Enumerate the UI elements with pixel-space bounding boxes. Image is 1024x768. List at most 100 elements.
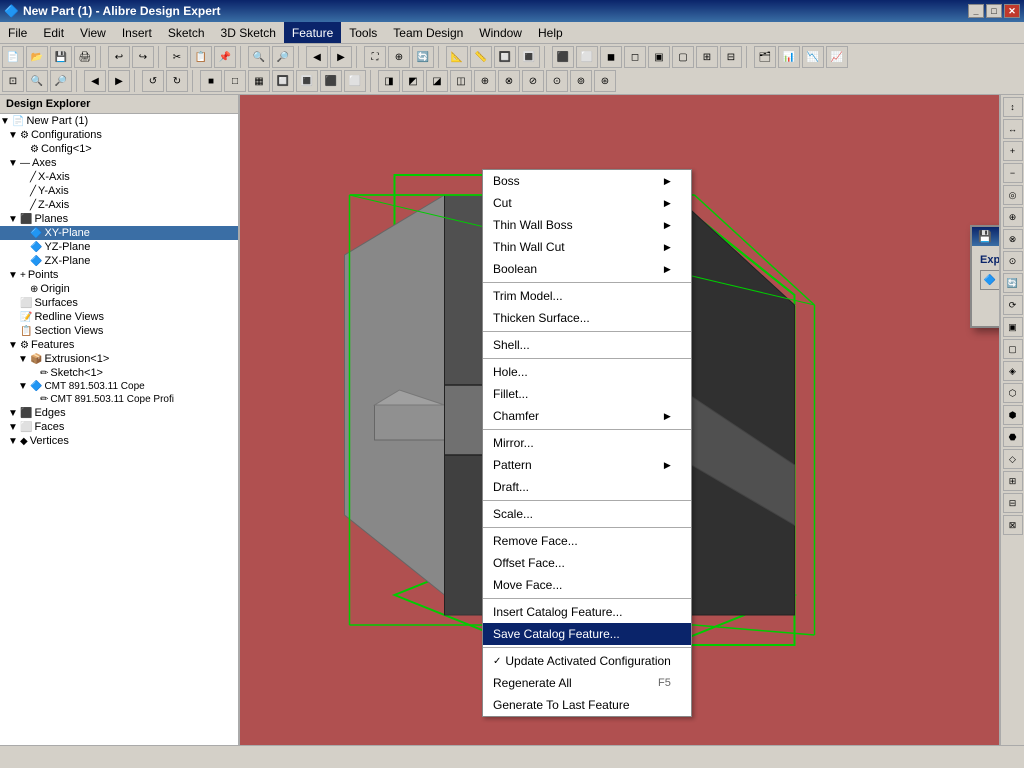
tb6[interactable]: 🔍 <box>248 46 270 68</box>
view7[interactable]: ⬜ <box>344 70 366 92</box>
menu-draft[interactable]: Draft... <box>483 476 691 498</box>
menu-regenerate-all[interactable]: Regenerate All F5 <box>483 672 691 694</box>
rt-btn-3[interactable]: + <box>1003 141 1023 161</box>
tree-item-axes[interactable]: ▼ — Axes <box>0 156 238 170</box>
expand-vertices[interactable]: ▼ <box>8 436 18 447</box>
expand-part[interactable]: ▼ <box>0 116 10 127</box>
menu-insert-catalog[interactable]: Insert Catalog Feature... <box>483 601 691 623</box>
tb20[interactable]: ◻ <box>624 46 646 68</box>
view8[interactable]: ◨ <box>378 70 400 92</box>
tb3[interactable]: ✂ <box>166 46 188 68</box>
tb13[interactable]: 📐 <box>446 46 468 68</box>
tree-item-surfaces[interactable]: ⬜ Surfaces <box>0 296 238 310</box>
menu-trim-model[interactable]: Trim Model... <box>483 285 691 307</box>
expand-extrusion1[interactable]: ▼ <box>18 354 28 365</box>
tb5[interactable]: 📌 <box>214 46 236 68</box>
view14[interactable]: ⊘ <box>522 70 544 92</box>
maximize-button[interactable]: □ <box>986 4 1002 18</box>
menu-sketch[interactable]: Sketch <box>160 22 213 43</box>
menu-thin-wall-boss[interactable]: Thin Wall Boss ▶ <box>483 214 691 236</box>
tb12[interactable]: 🔄 <box>412 46 434 68</box>
menu-mirror[interactable]: Mirror... <box>483 432 691 454</box>
rt-btn-19[interactable]: ⊟ <box>1003 493 1023 513</box>
menu-pattern[interactable]: Pattern ▶ <box>483 454 691 476</box>
canvas-area[interactable]: Boss ▶ Cut ▶ Thin Wall Boss ▶ Thin Wall … <box>240 95 999 745</box>
tree-item-sketch1[interactable]: ✏ Sketch<1> <box>0 366 238 380</box>
menu-offset-face[interactable]: Offset Face... <box>483 552 691 574</box>
menu-boss[interactable]: Boss ▶ <box>483 170 691 192</box>
rt-btn-12[interactable]: ▢ <box>1003 339 1023 359</box>
rt-btn-16[interactable]: ⬣ <box>1003 427 1023 447</box>
open-button[interactable]: 📂 <box>26 46 48 68</box>
view12[interactable]: ⊕ <box>474 70 496 92</box>
menu-thicken-surface[interactable]: Thicken Surface... <box>483 307 691 329</box>
view9[interactable]: ◩ <box>402 70 424 92</box>
tree-item-zaxis[interactable]: ╱ Z-Axis <box>0 198 238 212</box>
rt-btn-7[interactable]: ⊗ <box>1003 229 1023 249</box>
rt-btn-10[interactable]: ⟳ <box>1003 295 1023 315</box>
menu-team-design[interactable]: Team Design <box>385 22 471 43</box>
rt-btn-11[interactable]: ▣ <box>1003 317 1023 337</box>
view15[interactable]: ⊙ <box>546 70 568 92</box>
tree-item-part[interactable]: ▼ 📄 New Part (1) <box>0 114 238 128</box>
pan-left[interactable]: ◀ <box>84 70 106 92</box>
menu-edit[interactable]: Edit <box>35 22 72 43</box>
rt-btn-13[interactable]: ◈ <box>1003 361 1023 381</box>
rotate2[interactable]: ↻ <box>166 70 188 92</box>
tb27[interactable]: 📉 <box>802 46 824 68</box>
tree-item-extrusion1[interactable]: ▼ 📦 Extrusion<1> <box>0 352 238 366</box>
tb19[interactable]: ◼ <box>600 46 622 68</box>
rt-btn-9[interactable]: 🔄 <box>1003 273 1023 293</box>
undo-button[interactable]: ↩ <box>108 46 130 68</box>
tree-item-section-views[interactable]: 📋 Section Views <box>0 324 238 338</box>
tree-item-cmt[interactable]: ▼ 🔷 CMT 891.503.11 Cope <box>0 380 238 393</box>
tree-item-yaxis[interactable]: ╱ Y-Axis <box>0 184 238 198</box>
tb8[interactable]: ◀ <box>306 46 328 68</box>
tree-item-redline-views[interactable]: 📝 Redline Views <box>0 310 238 324</box>
rt-btn-20[interactable]: ⊠ <box>1003 515 1023 535</box>
tree-item-zx-plane[interactable]: 🔷 ZX-Plane <box>0 254 238 268</box>
close-button[interactable]: ✕ <box>1004 4 1020 18</box>
tree-item-xy-plane[interactable]: 🔷 XY-Plane <box>0 226 238 240</box>
tree-item-xaxis[interactable]: ╱ X-Axis <box>0 170 238 184</box>
rt-btn-14[interactable]: ⬡ <box>1003 383 1023 403</box>
rt-btn-4[interactable]: − <box>1003 163 1023 183</box>
menu-thin-wall-cut[interactable]: Thin Wall Cut ▶ <box>483 236 691 258</box>
menu-insert[interactable]: Insert <box>114 22 160 43</box>
tb9[interactable]: ▶ <box>330 46 352 68</box>
new-button[interactable]: 📄 <box>2 46 24 68</box>
rt-btn-18[interactable]: ⊞ <box>1003 471 1023 491</box>
menu-hole[interactable]: Hole... <box>483 361 691 383</box>
tb4[interactable]: 📋 <box>190 46 212 68</box>
expand-features[interactable]: ▼ <box>8 340 18 351</box>
menu-feature[interactable]: Feature <box>284 22 341 43</box>
rt-btn-5[interactable]: ◎ <box>1003 185 1023 205</box>
menu-3d-sketch[interactable]: 3D Sketch <box>213 22 284 43</box>
view2[interactable]: □ <box>224 70 246 92</box>
tree-item-config1[interactable]: ⚙ Config<1> <box>0 142 238 156</box>
minimize-button[interactable]: _ <box>968 4 984 18</box>
menu-update-activated[interactable]: Update Activated Configuration <box>483 650 691 672</box>
menu-view[interactable]: View <box>72 22 114 43</box>
tree-item-features[interactable]: ▼ ⚙ Features <box>0 338 238 352</box>
menu-help[interactable]: Help <box>530 22 571 43</box>
expand-configurations[interactable]: ▼ <box>8 130 18 141</box>
print-button[interactable]: 🖨 <box>74 46 96 68</box>
expand-planes[interactable]: ▼ <box>8 214 18 225</box>
tb7[interactable]: 🔎 <box>272 46 294 68</box>
view13[interactable]: ⊗ <box>498 70 520 92</box>
view10[interactable]: ◪ <box>426 70 448 92</box>
tree-item-edges[interactable]: ▼ ⬛ Edges <box>0 406 238 420</box>
tb26[interactable]: 📊 <box>778 46 800 68</box>
expand-edges[interactable]: ▼ <box>8 408 18 419</box>
tree-item-points[interactable]: ▼ + Points <box>0 268 238 282</box>
menu-generate-to-last[interactable]: Generate To Last Feature <box>483 694 691 716</box>
menu-chamfer[interactable]: Chamfer ▶ <box>483 405 691 427</box>
tb17[interactable]: ⬛ <box>552 46 574 68</box>
rt-btn-2[interactable]: ↔ <box>1003 119 1023 139</box>
view5[interactable]: 🔳 <box>296 70 318 92</box>
tb16[interactable]: 🔳 <box>518 46 540 68</box>
zoom-in[interactable]: 🔍 <box>26 70 48 92</box>
tree-item-cmt-profile[interactable]: ✏ CMT 891.503.11 Cope Profi <box>0 393 238 406</box>
view4[interactable]: 🔲 <box>272 70 294 92</box>
